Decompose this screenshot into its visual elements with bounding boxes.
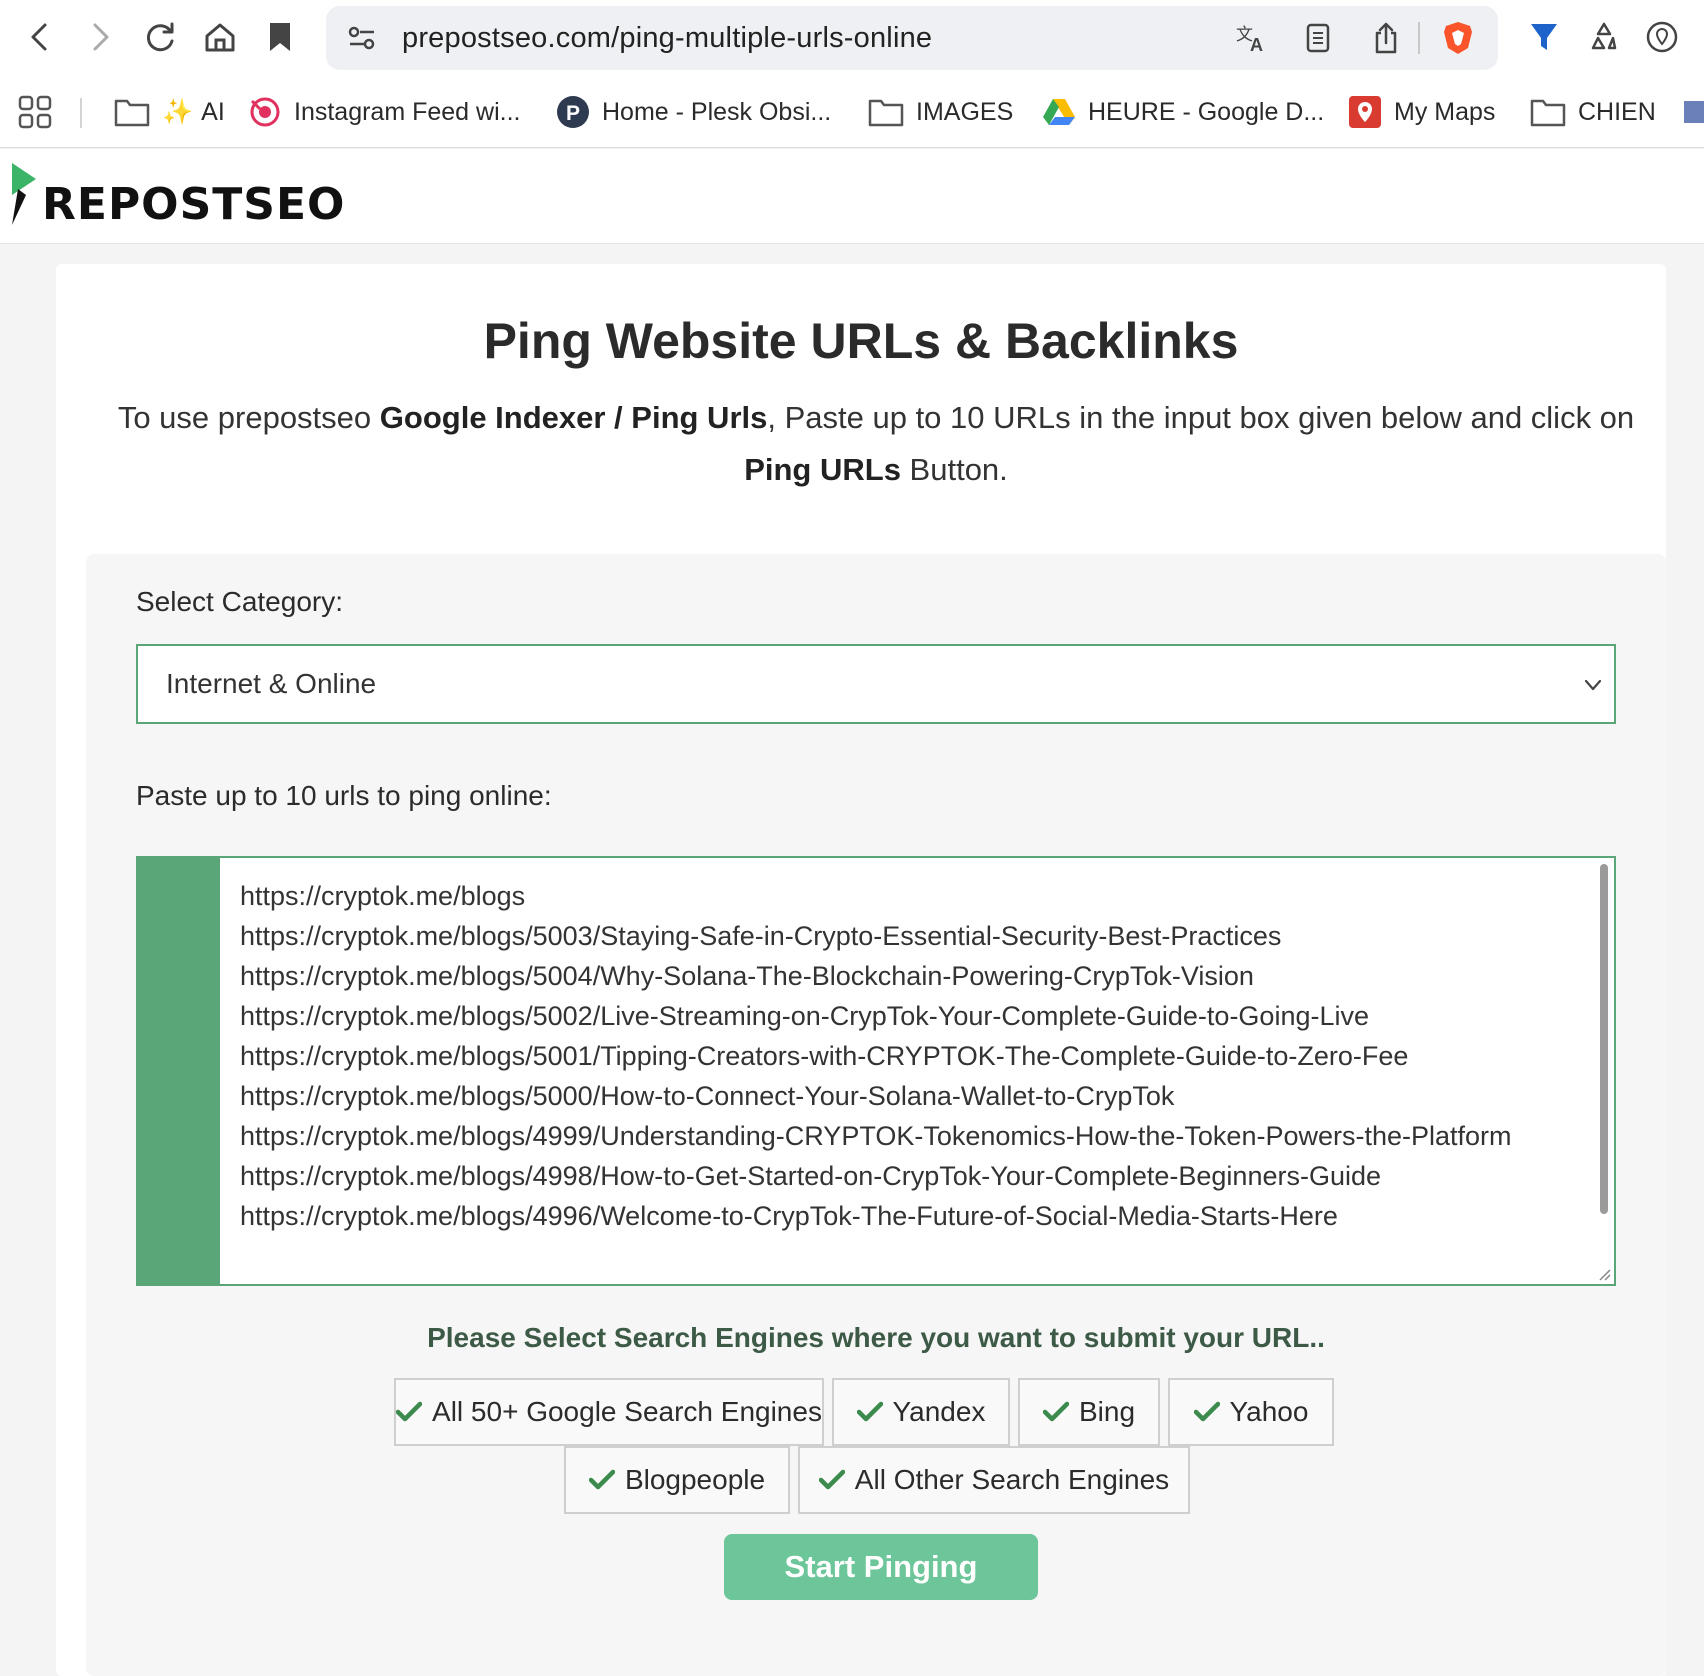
intro-text: To use prepostseo Google Indexer / Ping … <box>96 392 1656 496</box>
ping-form-panel: Select Category: Internet & Online Paste… <box>86 554 1666 1676</box>
checkmark-icon <box>818 1469 845 1491</box>
textarea-scrollbar[interactable] <box>1600 864 1608 1214</box>
engine-yandex-toggle[interactable]: Yandex <box>832 1378 1010 1446</box>
bookmark-ai[interactable]: ✨ AI <box>114 92 225 132</box>
folder-icon <box>114 97 150 127</box>
category-label: Select Category: <box>136 586 343 617</box>
url-line: https://cryptok.me/blogs/5004/Why-Solana… <box>240 961 1254 991</box>
home-icon[interactable] <box>196 13 244 61</box>
engine-label: Bing <box>1078 1396 1136 1427</box>
checkmark-icon <box>1193 1401 1220 1423</box>
extension-funnel-icon[interactable] <box>1520 13 1568 61</box>
bookmark-chien[interactable]: CHIEN <box>1530 92 1656 132</box>
sparkle-icon: ✨ <box>162 97 194 126</box>
url-line: https://cryptok.me/blogs/5002/Live-Strea… <box>240 1001 1370 1031</box>
back-icon[interactable] <box>16 13 64 61</box>
start-pinging-button[interactable]: Start Pinging <box>724 1534 1038 1600</box>
engine-label: All Other Search Engines <box>854 1464 1170 1495</box>
logo-text: REPOSTSEO <box>42 179 346 230</box>
category-select-value: Internet & Online <box>166 668 377 699</box>
checkmark-icon <box>396 1401 423 1423</box>
chevron-down-icon <box>1584 679 1602 691</box>
svg-text:A: A <box>1250 35 1263 54</box>
bookmark-label: AI <box>201 97 225 126</box>
engine-label: Blogpeople <box>624 1464 766 1495</box>
site-logo[interactable]: REPOSTSEO <box>10 161 345 227</box>
bookmark-heure[interactable]: HEURE - Google D... <box>1042 92 1324 132</box>
site-header: REPOSTSEO <box>0 149 1704 244</box>
intro-part: To use prepostseo <box>117 400 380 435</box>
intro-tool-name: Google Indexer / Ping Urls <box>379 400 768 435</box>
bookmark-icon[interactable] <box>256 13 304 61</box>
browser-toolbar: prepostseo.com/ping-multiple-urls-online… <box>0 0 1704 78</box>
page-title: Ping Website URLs & Backlinks <box>483 313 1239 369</box>
bookmark-label: IMAGES <box>916 97 1014 126</box>
reload-icon[interactable] <box>136 13 184 61</box>
bookmark-images[interactable]: IMAGES <box>868 92 1013 132</box>
bookmark-my-maps[interactable]: My Maps <box>1348 92 1495 132</box>
logo-mark-icon <box>12 163 36 225</box>
url-line: https://cryptok.me/blogs/4996/Welcome-to… <box>240 1201 1338 1231</box>
urls-label: Paste up to 10 urls to ping online: <box>136 780 552 811</box>
category-select[interactable]: Internet & Online <box>136 644 1616 724</box>
url-text[interactable]: prepostseo.com/ping-multiple-urls-online <box>402 22 932 55</box>
bookmark-label: Instagram Feed wi... <box>294 97 521 126</box>
reader-mode-icon[interactable] <box>1298 18 1338 58</box>
address-bar[interactable]: prepostseo.com/ping-multiple-urls-online… <box>326 6 1498 70</box>
resize-handle-icon[interactable] <box>1594 1264 1612 1282</box>
extension-location-icon[interactable] <box>1638 13 1686 61</box>
intro-button-name: Ping URLs <box>744 452 901 487</box>
bookmark-plesk[interactable]: P Home - Plesk Obsi... <box>556 92 831 132</box>
engine-other-toggle[interactable]: All Other Search Engines <box>798 1446 1190 1514</box>
bookmarks-divider <box>80 98 82 128</box>
my-maps-icon <box>1348 95 1382 129</box>
textarea-line-gutter <box>138 858 220 1284</box>
intro-part: Button. <box>900 452 1008 487</box>
bookmark-label: CHIEN <box>1578 97 1656 126</box>
brave-shield-icon[interactable] <box>1438 18 1478 58</box>
overflow-bookmark-icon[interactable] <box>1684 92 1704 132</box>
bookmark-label: My Maps <box>1394 97 1496 126</box>
engine-label: Yahoo <box>1229 1396 1309 1427</box>
bookmark-label: Home - Plesk Obsi... <box>602 97 832 126</box>
url-line: https://cryptok.me/blogs/4999/Understand… <box>240 1121 1512 1151</box>
bookmark-instagram-feed[interactable]: Instagram Feed wi... <box>248 92 520 132</box>
plesk-icon: P <box>556 95 590 129</box>
url-line: https://cryptok.me/blogs/5000/How-to-Con… <box>240 1081 1175 1111</box>
instagram-feed-icon <box>248 95 282 129</box>
translate-icon[interactable]: 文A <box>1232 18 1272 58</box>
folder-icon <box>1530 97 1566 127</box>
engine-label: Yandex <box>892 1396 986 1427</box>
url-line: https://cryptok.me/blogs/5003/Staying-Sa… <box>240 921 1282 951</box>
folder-icon <box>868 97 904 127</box>
share-icon[interactable] <box>1366 18 1406 58</box>
checkmark-icon <box>588 1469 615 1491</box>
engines-label: Please Select Search Engines where you w… <box>427 1322 1325 1353</box>
checkmark-icon <box>1042 1401 1069 1423</box>
urls-textarea[interactable]: https://cryptok.me/blogs https://cryptok… <box>136 856 1616 1286</box>
url-line: https://cryptok.me/blogs <box>240 881 526 911</box>
urls-list: https://cryptok.me/blogs https://cryptok… <box>240 876 1580 1236</box>
engine-bing-toggle[interactable]: Bing <box>1018 1378 1160 1446</box>
engine-yahoo-toggle[interactable]: Yahoo <box>1168 1378 1334 1446</box>
intro-part: , Paste up to 10 URLs in the input box g… <box>767 400 1635 435</box>
engine-label: All 50+ Google Search Engines <box>432 1396 822 1427</box>
google-drive-icon <box>1042 97 1076 127</box>
forward-icon[interactable] <box>76 13 124 61</box>
url-line: https://cryptok.me/blogs/4998/How-to-Get… <box>240 1161 1382 1191</box>
checkmark-icon <box>856 1401 883 1423</box>
site-settings-icon[interactable] <box>342 18 382 58</box>
bookmark-label: HEURE - Google D... <box>1088 97 1325 126</box>
svg-text:P: P <box>566 102 580 125</box>
engine-blogpeople-toggle[interactable]: Blogpeople <box>564 1446 790 1514</box>
url-line: https://cryptok.me/blogs/5001/Tipping-Cr… <box>240 1041 1409 1071</box>
engine-google-toggle[interactable]: All 50+ Google Search Engines <box>394 1378 824 1446</box>
apps-grid-icon[interactable] <box>18 92 52 132</box>
main-card: Ping Website URLs & Backlinks To use pre… <box>56 264 1666 1676</box>
extension-recycle-icon[interactable] <box>1580 13 1628 61</box>
bookmarks-bar: ✨ AI Instagram Feed wi... P Home - Plesk… <box>0 78 1704 148</box>
url-divider <box>1418 22 1420 54</box>
